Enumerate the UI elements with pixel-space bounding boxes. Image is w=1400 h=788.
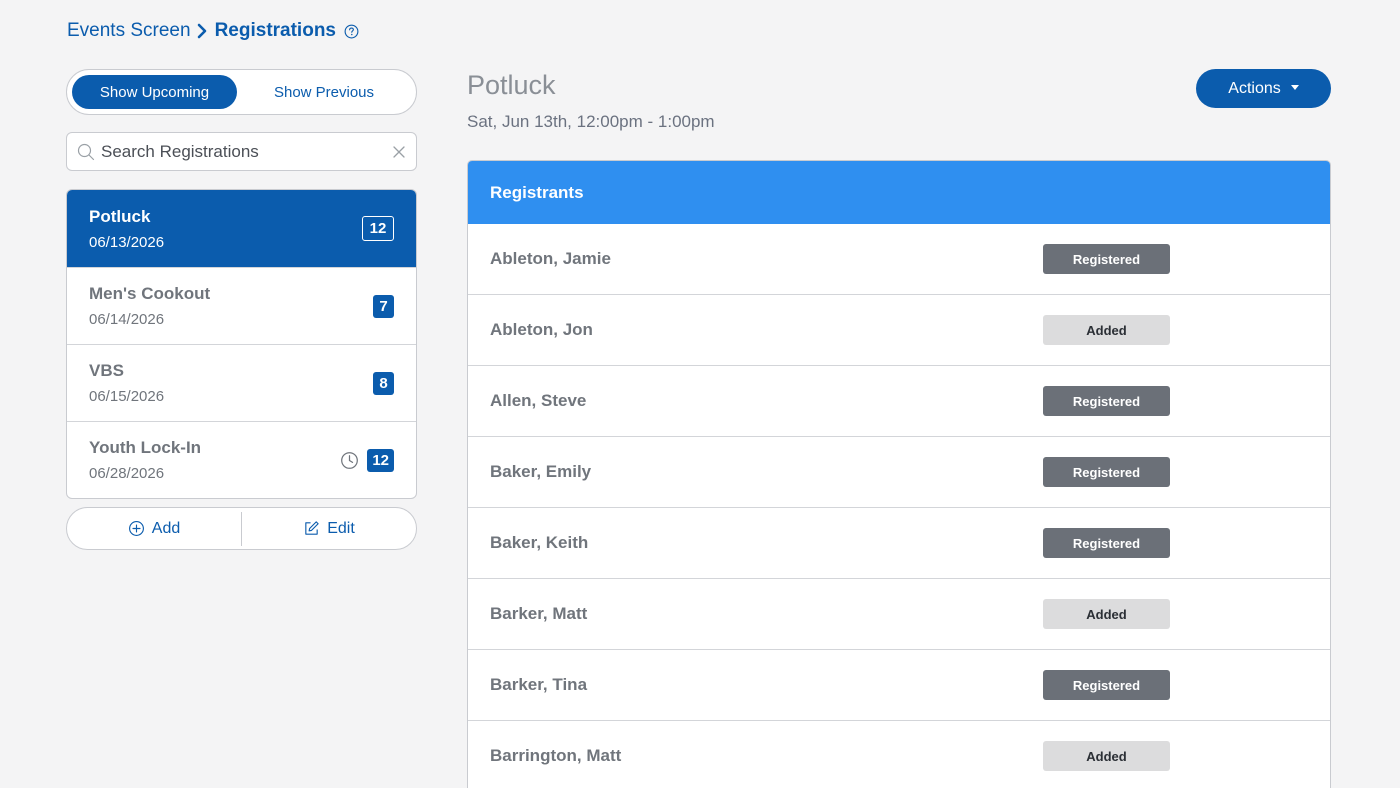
registrant-name: Baker, Keith [490,533,589,552]
breadcrumb-current: Registrations [214,20,336,41]
edit-icon [305,521,319,535]
status-badge: Registered [1043,386,1170,416]
search-icon [77,143,95,160]
event-info: Men's Cookout 06/14/2026 [89,284,210,328]
registrant-name: Baker, Emily [490,462,592,481]
breadcrumb-parent[interactable]: Events Screen [67,20,191,42]
caret-down-icon [1290,84,1299,90]
edit-button[interactable]: Edit [242,508,416,549]
registrant-name: Barker, Tina [490,675,588,694]
event-item-youth-lock-in[interactable]: Youth Lock-In 06/28/2026 12 [67,421,416,498]
event-info: VBS 06/15/2026 [89,361,164,405]
show-upcoming-button[interactable]: Show Upcoming [72,75,237,109]
events-list: Potluck 06/13/2026 12 Men's Cookout 06/1… [66,189,417,499]
search-input[interactable] [101,141,392,162]
status-badge: Added [1043,599,1170,629]
status-badge: Registered [1043,457,1170,487]
registration-count-badge: 7 [373,294,394,318]
status-badge: Registered [1043,528,1170,558]
registrant-row[interactable]: Ableton, Jon Added [468,295,1330,366]
event-meta: 12 [340,448,394,472]
show-previous-button[interactable]: Show Previous [237,75,411,109]
registration-count-badge: 12 [362,216,394,241]
help-icon[interactable] [344,24,359,39]
registrant-row[interactable]: Baker, Keith Registered [468,508,1330,579]
registrant-row[interactable]: Barker, Matt Added [468,579,1330,650]
event-info: Youth Lock-In 06/28/2026 [89,438,201,482]
event-date: 06/13/2026 [89,233,165,251]
search-box [66,132,417,171]
registration-count-badge: 12 [367,448,394,472]
edit-label: Edit [327,519,355,537]
actions-button[interactable]: Actions [1196,69,1331,108]
status-badge: Added [1043,741,1170,771]
status-badge: Registered [1043,244,1170,274]
registrant-name: Barker, Matt [490,604,588,623]
add-label: Add [151,519,181,537]
event-item-mens-cookout[interactable]: Men's Cookout 06/14/2026 7 [67,267,416,344]
registration-count-badge: 8 [373,371,394,395]
event-item-vbs[interactable]: VBS 06/15/2026 8 [67,344,416,421]
registrant-row[interactable]: Barker, Tina Registered [468,650,1330,721]
breadcrumb: Events Screen Registrations [67,20,359,42]
clear-icon[interactable] [392,145,406,159]
status-badge: Registered [1043,670,1170,700]
event-info: Potluck 06/13/2026 [89,207,164,251]
registrant-row[interactable]: Allen, Steve Registered [468,366,1330,437]
upcoming-previous-toggle: Show Upcoming Show Previous [66,69,417,115]
plus-circle-icon [128,521,144,536]
event-title: Potluck [467,70,556,100]
registrant-row[interactable]: Ableton, Jamie Registered [468,224,1330,295]
event-item-potluck[interactable]: Potluck 06/13/2026 12 [67,190,416,267]
event-date: 06/28/2026 [89,465,165,482]
registrant-name: Ableton, Jamie [490,249,611,268]
panel-header: Registrants [468,161,1330,224]
event-datetime: Sat, Jun 13th, 12:00pm - 1:00pm [467,112,715,131]
event-name: Potluck [89,206,151,226]
event-name: VBS [89,361,124,380]
registrant-name: Allen, Steve [490,391,587,410]
registrant-name: Ableton, Jon [490,320,593,339]
registrants-panel: Registrants Ableton, Jamie Registered Able… [467,160,1331,788]
chevron-right-icon [197,23,209,39]
add-button[interactable]: Add [67,508,241,549]
event-name: Men's Cookout [89,284,211,303]
event-date: 06/14/2026 [89,311,165,328]
events-sidebar: Show Upcoming Show Previous Potluck 06/1… [66,69,417,550]
event-name: Youth Lock-In [89,438,202,457]
registrant-row[interactable]: Baker, Emily Registered [468,437,1330,508]
registrant-name: Barrington, Matt [490,746,622,765]
registrant-row[interactable]: Barrington, Matt Added [468,721,1330,788]
clock-icon [341,451,359,469]
status-badge: Added [1043,315,1170,345]
registrants-list: Ableton, Jamie Registered Ableton, Jon Adde… [468,224,1330,788]
actions-label: Actions [1228,79,1281,97]
event-date: 06/15/2026 [89,388,165,405]
add-edit-bar: Add Edit [66,507,417,550]
